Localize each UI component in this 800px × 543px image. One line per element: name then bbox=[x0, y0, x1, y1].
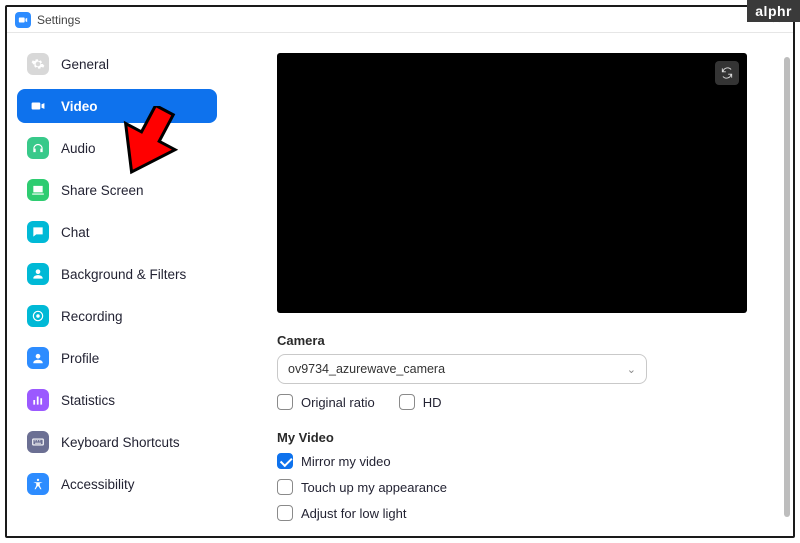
sidebar-item-share-screen[interactable]: Share Screen bbox=[17, 173, 217, 207]
original-ratio-option[interactable]: Original ratio bbox=[277, 394, 375, 410]
sidebar-item-label: Accessibility bbox=[61, 477, 135, 492]
sidebar: General Video Audio Share Screen Chat Backgro… bbox=[7, 33, 227, 536]
my-video-section-label: My Video bbox=[277, 430, 765, 445]
titlebar: Settings × bbox=[7, 7, 793, 33]
checkbox[interactable] bbox=[277, 479, 293, 495]
option-label: Mirror my video bbox=[301, 454, 391, 469]
settings-window: Settings × General Video Audio Share Screen… bbox=[5, 5, 795, 538]
option-label: HD bbox=[423, 395, 442, 410]
window-body: General Video Audio Share Screen Chat Backgro… bbox=[7, 33, 793, 536]
checkbox[interactable] bbox=[277, 505, 293, 521]
checkbox[interactable] bbox=[399, 394, 415, 410]
sidebar-item-background-filters[interactable]: Background & Filters bbox=[17, 257, 217, 291]
profile-icon bbox=[27, 347, 49, 369]
sidebar-item-label: Statistics bbox=[61, 393, 115, 408]
sidebar-item-label: Audio bbox=[61, 141, 96, 156]
option-label: Touch up my appearance bbox=[301, 480, 447, 495]
sidebar-item-label: Chat bbox=[61, 225, 90, 240]
sidebar-item-keyboard-shortcuts[interactable]: Keyboard Shortcuts bbox=[17, 425, 217, 459]
chat-icon bbox=[27, 221, 49, 243]
checkbox[interactable] bbox=[277, 394, 293, 410]
sidebar-item-recording[interactable]: Recording bbox=[17, 299, 217, 333]
camera-section-label: Camera bbox=[277, 333, 765, 348]
share-icon bbox=[27, 179, 49, 201]
sidebar-item-accessibility[interactable]: Accessibility bbox=[17, 467, 217, 501]
hd-option[interactable]: HD bbox=[399, 394, 442, 410]
sidebar-item-label: Background & Filters bbox=[61, 267, 186, 282]
checkbox[interactable] bbox=[277, 453, 293, 469]
sidebar-item-label: Keyboard Shortcuts bbox=[61, 435, 180, 450]
sidebar-item-general[interactable]: General bbox=[17, 47, 217, 81]
sidebar-item-label: Video bbox=[61, 99, 98, 114]
stats-icon bbox=[27, 389, 49, 411]
lowlight-option[interactable]: Adjust for low light bbox=[277, 505, 765, 521]
rotate-camera-button[interactable] bbox=[715, 61, 739, 85]
sidebar-item-label: Recording bbox=[61, 309, 123, 324]
record-icon bbox=[27, 305, 49, 327]
gear-icon bbox=[27, 53, 49, 75]
video-icon bbox=[27, 95, 49, 117]
sidebar-item-statistics[interactable]: Statistics bbox=[17, 383, 217, 417]
sidebar-item-label: Profile bbox=[61, 351, 99, 366]
chevron-down-icon: ⌄ bbox=[627, 363, 636, 376]
video-preview bbox=[277, 53, 747, 313]
video-settings-panel: Camera ov9734_azurewave_camera ⌄ Origina… bbox=[227, 33, 793, 536]
watermark-badge: alphr bbox=[747, 0, 800, 22]
sidebar-item-audio[interactable]: Audio bbox=[17, 131, 217, 165]
sidebar-item-video[interactable]: Video bbox=[17, 89, 217, 123]
keyboard-icon bbox=[27, 431, 49, 453]
headphones-icon bbox=[27, 137, 49, 159]
sidebar-item-label: General bbox=[61, 57, 109, 72]
sidebar-item-profile[interactable]: Profile bbox=[17, 341, 217, 375]
option-label: Adjust for low light bbox=[301, 506, 407, 521]
touchup-option[interactable]: Touch up my appearance bbox=[277, 479, 765, 495]
sidebar-item-label: Share Screen bbox=[61, 183, 144, 198]
option-label: Original ratio bbox=[301, 395, 375, 410]
window-title: Settings bbox=[37, 13, 80, 27]
camera-selected-value: ov9734_azurewave_camera bbox=[288, 362, 445, 376]
scrollbar[interactable] bbox=[784, 57, 790, 517]
mirror-option[interactable]: Mirror my video bbox=[277, 453, 765, 469]
app-icon bbox=[15, 12, 31, 28]
accessibility-icon bbox=[27, 473, 49, 495]
sidebar-item-chat[interactable]: Chat bbox=[17, 215, 217, 249]
camera-select[interactable]: ov9734_azurewave_camera ⌄ bbox=[277, 354, 647, 384]
person-icon bbox=[27, 263, 49, 285]
